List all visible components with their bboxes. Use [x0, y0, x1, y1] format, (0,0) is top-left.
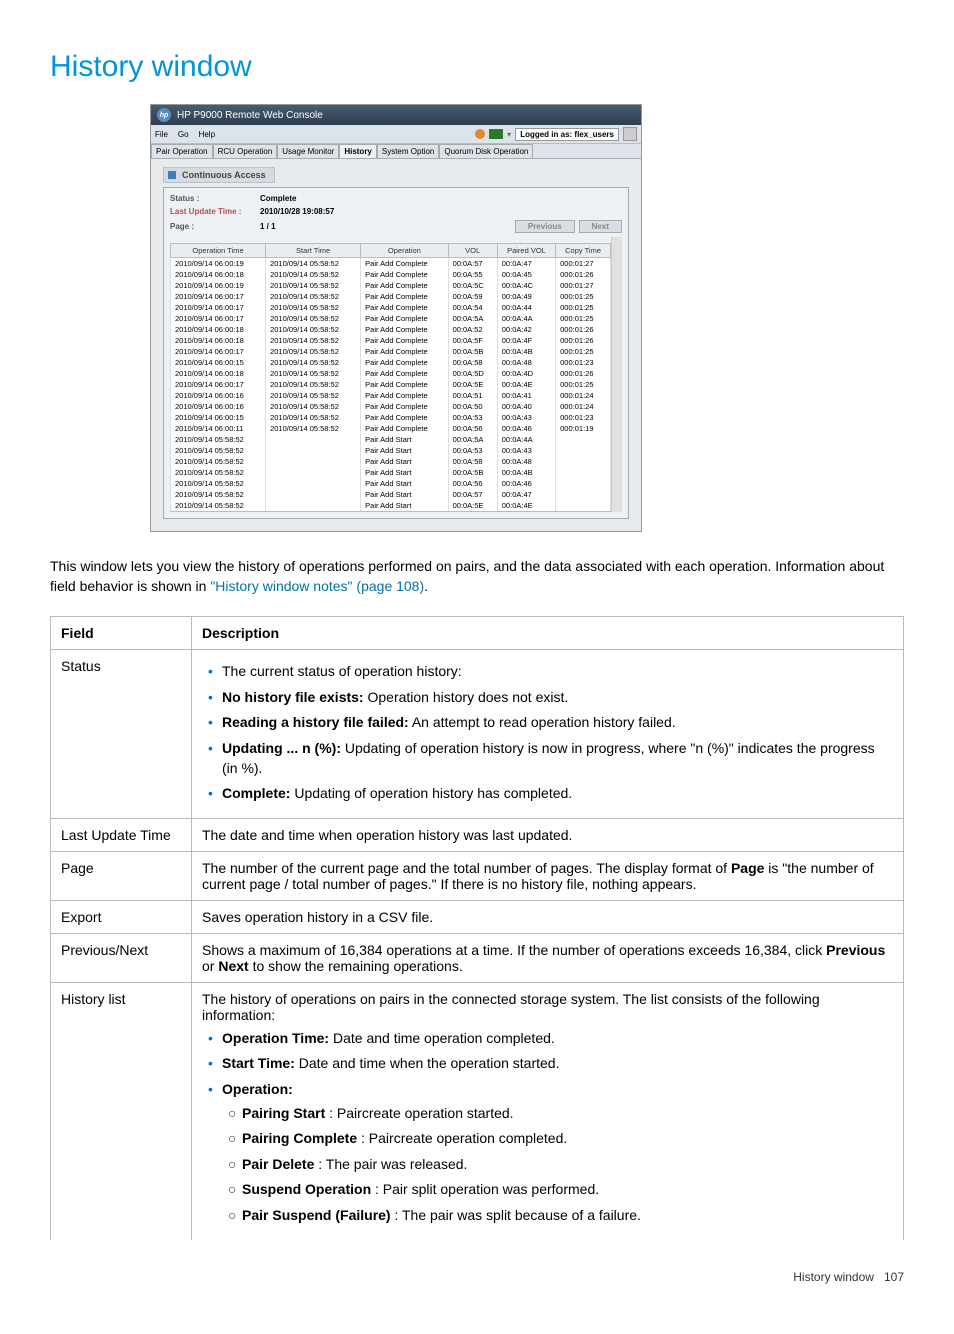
status-label: Status : [170, 194, 260, 203]
menu-file[interactable]: File [155, 130, 168, 139]
next-button[interactable]: Next [579, 220, 622, 233]
aux-icon [489, 129, 503, 139]
page-value: 1 / 1 [260, 222, 276, 231]
field-status: Status [51, 650, 192, 819]
th-field: Field [51, 617, 192, 650]
desc-lastupdate: The date and time when operation history… [192, 818, 904, 851]
titlebar: hp HP P9000 Remote Web Console [151, 105, 641, 125]
page-label: Page : [170, 222, 260, 231]
history-table: Operation TimeStart TimeOperationVOLPair… [170, 243, 611, 512]
table-row[interactable]: 2010/09/14 05:58:52Pair Add Start00:0A:5… [171, 467, 611, 478]
table-row[interactable]: 2010/09/14 06:00:152010/09/14 05:58:52Pa… [171, 412, 611, 423]
history-notes-link[interactable]: "History window notes" (page 108) [210, 578, 424, 594]
menubar: FileGoHelp ▾ Logged in as: flex_users [151, 125, 641, 144]
tab-rcu-operation[interactable]: RCU Operation [213, 144, 278, 158]
app-window: hp HP P9000 Remote Web Console File Go Hel… [150, 104, 642, 532]
col-start-time[interactable]: Start Time [266, 244, 361, 258]
field-prevnext: Previous/Next [51, 933, 192, 982]
app-title: HP P9000 Remote Web Console [177, 110, 323, 121]
table-row[interactable]: 2010/09/14 06:00:182010/09/14 05:58:52Pa… [171, 324, 611, 335]
tab-system-option[interactable]: System Option [377, 144, 439, 158]
lastupdate-value: 2010/10/28 19:08:57 [260, 207, 334, 216]
table-row[interactable]: 2010/09/14 05:58:52Pair Add Start00:0A:5… [171, 456, 611, 467]
table-row[interactable]: 2010/09/14 06:00:192010/09/14 05:58:52Pa… [171, 258, 611, 270]
section-label: Continuous Access [163, 167, 275, 183]
intro-paragraph: This window lets you view the history of… [50, 557, 904, 596]
menu-help[interactable]: Help [199, 130, 215, 139]
table-row[interactable]: 2010/09/14 06:00:182010/09/14 05:58:52Pa… [171, 335, 611, 346]
login-status: Logged in as: flex_users [515, 128, 619, 141]
table-row[interactable]: 2010/09/14 05:58:52Pair Add Start00:0A:5… [171, 489, 611, 500]
table-row[interactable]: 2010/09/14 06:00:172010/09/14 05:58:52Pa… [171, 291, 611, 302]
tool-icon[interactable] [623, 127, 637, 141]
table-row[interactable]: 2010/09/14 06:00:162010/09/14 05:58:52Pa… [171, 401, 611, 412]
col-operation[interactable]: Operation [361, 244, 448, 258]
table-row[interactable]: 2010/09/14 06:00:192010/09/14 05:58:52Pa… [171, 280, 611, 291]
col-paired-vol[interactable]: Paired VOL [497, 244, 555, 258]
field-description-table: Field Description Status The current sta… [50, 616, 904, 1239]
table-row[interactable]: 2010/09/14 06:00:182010/09/14 05:58:52Pa… [171, 368, 611, 379]
section-dot-icon [168, 171, 176, 179]
menu-go[interactable]: Go [178, 130, 189, 139]
table-row[interactable]: 2010/09/14 06:00:152010/09/14 05:58:52Pa… [171, 357, 611, 368]
status-value: Complete [260, 194, 296, 203]
table-row[interactable]: 2010/09/14 06:00:182010/09/14 05:58:52Pa… [171, 269, 611, 280]
th-description: Description [192, 617, 904, 650]
table-row[interactable]: 2010/09/14 05:58:52Pair Add Start00:0A:5… [171, 434, 611, 445]
desc-historylist: The history of operations on pairs in th… [192, 982, 904, 1239]
table-row[interactable]: 2010/09/14 06:00:172010/09/14 05:58:52Pa… [171, 302, 611, 313]
field-export: Export [51, 900, 192, 933]
page-title: History window [50, 50, 904, 84]
section-text: Continuous Access [182, 170, 266, 180]
col-vol[interactable]: VOL [448, 244, 497, 258]
table-row[interactable]: 2010/09/14 06:00:172010/09/14 05:58:52Pa… [171, 346, 611, 357]
table-row[interactable]: 2010/09/14 05:58:52Pair Add Start00:0A:5… [171, 478, 611, 489]
tabstrip: Pair OperationRCU OperationUsage Monitor… [151, 144, 641, 159]
tab-usage-monitor[interactable]: Usage Monitor [277, 144, 339, 158]
field-historylist: History list [51, 982, 192, 1239]
tab-history[interactable]: History [339, 144, 377, 158]
tab-quorum-disk-operation[interactable]: Quorum Disk Operation [439, 144, 533, 158]
table-row[interactable]: 2010/09/14 06:00:172010/09/14 05:58:52Pa… [171, 379, 611, 390]
col-operation-time[interactable]: Operation Time [171, 244, 266, 258]
scrollbar[interactable] [611, 237, 622, 512]
page-footer: History window 107 [50, 1270, 904, 1284]
desc-status: The current status of operation history:… [192, 650, 904, 819]
previous-button[interactable]: Previous [515, 220, 575, 233]
hp-logo-icon: hp [157, 108, 171, 122]
field-lastupdate: Last Update Time [51, 818, 192, 851]
field-page: Page [51, 851, 192, 900]
table-row[interactable]: 2010/09/14 06:00:162010/09/14 05:58:52Pa… [171, 390, 611, 401]
table-row[interactable]: 2010/09/14 06:00:112010/09/14 05:58:52Pa… [171, 423, 611, 434]
lastupdate-label: Last Update Time : [170, 207, 260, 216]
col-copy-time[interactable]: Copy Time [556, 244, 611, 258]
info-box: Status : Complete Last Update Time : 201… [163, 187, 629, 519]
desc-export: Saves operation history in a CSV file. [192, 900, 904, 933]
table-row[interactable]: 2010/09/14 05:58:52Pair Add Start00:0A:5… [171, 445, 611, 456]
status-icon [475, 129, 485, 139]
table-row[interactable]: 2010/09/14 05:58:52Pair Add Start00:0A:5… [171, 500, 611, 512]
desc-page: The number of the current page and the t… [192, 851, 904, 900]
desc-prevnext: Shows a maximum of 16,384 operations at … [192, 933, 904, 982]
tab-pair-operation[interactable]: Pair Operation [151, 144, 213, 158]
table-row[interactable]: 2010/09/14 06:00:172010/09/14 05:58:52Pa… [171, 313, 611, 324]
